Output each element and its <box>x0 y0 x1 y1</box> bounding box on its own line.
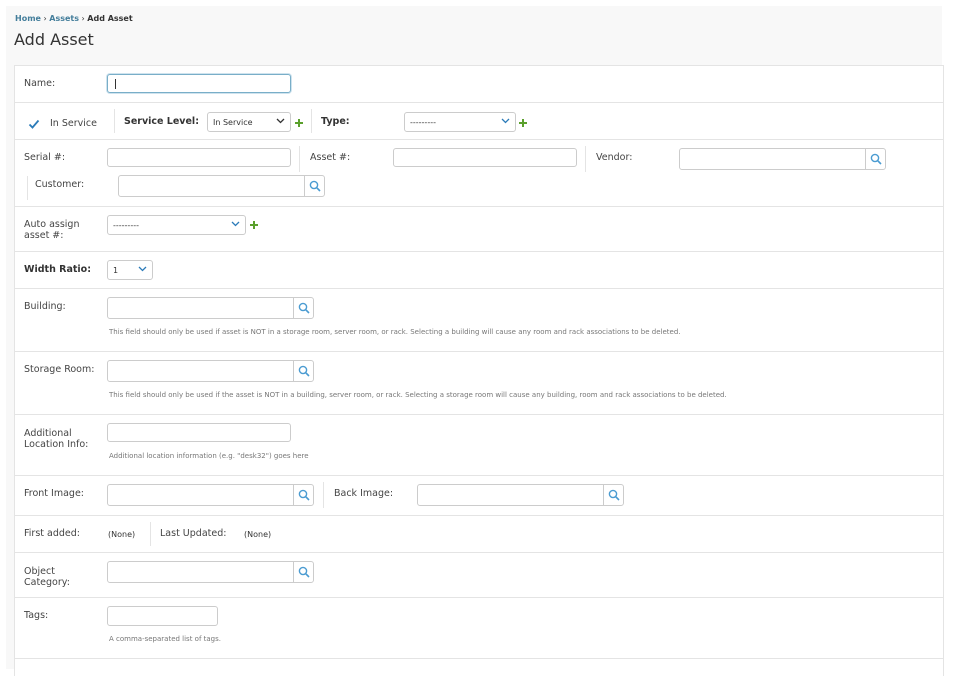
auto-assign-label-line1: Auto assign <box>24 219 80 230</box>
search-icon <box>298 566 310 578</box>
front-image-label: Front Image: <box>24 488 85 499</box>
chevron-down-icon <box>138 266 147 272</box>
storage-room-input[interactable] <box>107 360 294 382</box>
breadcrumb-assets-link[interactable]: Assets <box>49 14 79 23</box>
tags-input[interactable] <box>107 606 218 626</box>
search-icon <box>870 153 882 165</box>
additional-location-label-line1: Additional <box>24 428 72 439</box>
name-label: Name: <box>24 78 56 89</box>
add-service-level-icon[interactable] <box>295 119 303 127</box>
asset-number-label: Asset #: <box>310 152 351 163</box>
back-image-label: Back Image: <box>334 488 394 499</box>
auto-assign-value: --------- <box>113 221 139 230</box>
object-category-input[interactable] <box>107 561 294 583</box>
type-value: --------- <box>410 118 436 127</box>
search-icon <box>298 302 310 314</box>
row-storage-room: Storage Room: This field should only be … <box>15 352 943 415</box>
row-width-ratio: Width Ratio: 1 <box>15 252 943 289</box>
customer-label: Customer: <box>35 179 85 190</box>
breadcrumb-home-link[interactable]: Home <box>15 14 41 23</box>
divider <box>585 146 586 172</box>
first-added-value: (None) <box>108 530 136 539</box>
vendor-lookup-button[interactable] <box>865 148 886 170</box>
additional-location-help-text: Additional location information (e.g. "d… <box>109 452 309 460</box>
object-category-label-line1: Object <box>24 566 55 577</box>
search-icon <box>608 489 620 501</box>
row-service: In Service Service Level: In Service Typ… <box>15 103 943 140</box>
type-label: Type: <box>321 116 350 127</box>
auto-assign-label-line2: asset #: <box>24 230 64 241</box>
row-building: Building: This field should only be used… <box>15 289 943 352</box>
last-updated-value: (None) <box>244 530 272 539</box>
divider <box>150 522 151 546</box>
search-icon <box>309 180 321 192</box>
width-ratio-value: 1 <box>113 266 119 275</box>
row-serial: Serial #: Asset #: Vendor: Customer: <box>15 140 943 207</box>
building-lookup-button[interactable] <box>293 297 314 319</box>
vendor-label: Vendor: <box>596 152 633 163</box>
chevron-down-icon <box>501 118 510 124</box>
storage-room-help-text: This field should only be used if the as… <box>109 391 727 399</box>
row-tags: Tags: A comma-separated list of tags. <box>15 598 943 659</box>
type-select[interactable]: --------- <box>404 112 516 132</box>
additional-location-input[interactable] <box>107 423 291 442</box>
tags-label: Tags: <box>24 610 49 621</box>
breadcrumb-separator: › <box>81 14 85 23</box>
row-dates: First added: (None) Last Updated: (None) <box>15 516 943 553</box>
divider <box>299 146 300 172</box>
add-auto-assign-icon[interactable] <box>250 221 258 229</box>
front-image-lookup-button[interactable] <box>293 484 314 506</box>
row-name: Name: <box>15 66 943 103</box>
serial-label: Serial #: <box>24 152 66 163</box>
divider <box>311 109 312 133</box>
breadcrumb: Home › Assets › Add Asset <box>15 14 133 23</box>
breadcrumb-current: Add Asset <box>87 14 133 23</box>
object-category-lookup-button[interactable] <box>293 561 314 583</box>
row-images: Front Image: Back Image: <box>15 476 943 516</box>
building-input[interactable] <box>107 297 294 319</box>
serial-input[interactable] <box>107 148 291 167</box>
text-cursor <box>115 79 116 89</box>
tags-help-text: A comma-separated list of tags. <box>109 635 221 643</box>
customer-lookup-button[interactable] <box>304 175 325 197</box>
divider <box>27 176 28 200</box>
add-asset-form: Name: In Service Service Level: In Servi… <box>14 65 944 676</box>
storage-room-lookup-button[interactable] <box>293 360 314 382</box>
building-label: Building: <box>24 301 66 312</box>
asset-number-input[interactable] <box>393 148 577 167</box>
in-service-label: In Service <box>50 118 97 129</box>
width-ratio-select[interactable]: 1 <box>107 260 153 280</box>
auto-assign-select[interactable]: --------- <box>107 215 246 235</box>
chevron-down-icon <box>276 118 285 124</box>
storage-room-label: Storage Room: <box>24 364 95 375</box>
row-auto-assign: Auto assign asset #: --------- <box>15 207 943 252</box>
divider <box>323 482 324 508</box>
back-image-lookup-button[interactable] <box>603 484 624 506</box>
breadcrumb-separator: › <box>43 14 47 23</box>
row-additional-location: Additional Location Info: Additional loc… <box>15 415 943 476</box>
width-ratio-label: Width Ratio: <box>24 264 91 275</box>
page-title: Add Asset <box>14 30 94 49</box>
row-object-category: Object Category: <box>15 553 943 598</box>
back-image-input[interactable] <box>417 484 604 506</box>
in-service-checkbox[interactable] <box>28 115 40 129</box>
object-category-label-line2: Category: <box>24 577 70 588</box>
add-type-icon[interactable] <box>519 119 527 127</box>
front-image-input[interactable] <box>107 484 294 506</box>
name-input[interactable] <box>107 74 291 93</box>
vendor-input[interactable] <box>679 148 866 170</box>
chevron-down-icon <box>231 221 240 227</box>
service-level-select[interactable]: In Service <box>207 112 291 132</box>
service-level-label: Service Level: <box>124 116 199 127</box>
divider <box>114 109 115 133</box>
customer-input[interactable] <box>118 175 305 197</box>
service-level-value: In Service <box>213 118 253 127</box>
search-icon <box>298 365 310 377</box>
last-updated-label: Last Updated: <box>160 528 227 539</box>
additional-location-label-line2: Location Info: <box>24 439 89 450</box>
search-icon <box>298 489 310 501</box>
page: Home › Assets › Add Asset Add Asset Name… <box>6 6 944 676</box>
building-help-text: This field should only be used if asset … <box>109 328 681 336</box>
first-added-label: First added: <box>24 528 80 539</box>
